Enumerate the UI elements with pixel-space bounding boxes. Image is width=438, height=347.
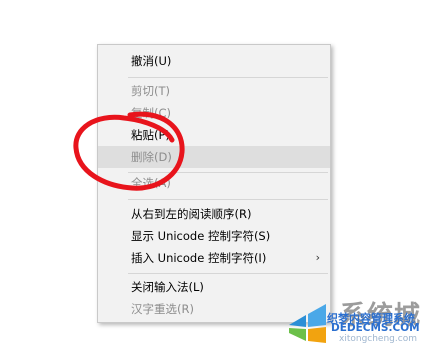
- menu-item-reconvert-label: 汉字重选(R): [131, 302, 194, 316]
- menu-item-undo-label: 撤消(U): [131, 54, 172, 68]
- watermark-cms-domain: DEDECMS.COM: [331, 322, 420, 334]
- red-circle-annotation: [73, 111, 185, 191]
- menu-item-rtl-reading-order-label: 从右到左的阅读顺序(R): [131, 207, 252, 221]
- menu-separator: [128, 273, 328, 274]
- submenu-arrow-icon: ›: [315, 251, 320, 264]
- menu-item-insert-unicode-control-label: 插入 Unicode 控制字符(I): [131, 251, 267, 265]
- menu-item-rtl-reading-order[interactable]: 从右到左的阅读顺序(R): [98, 203, 330, 225]
- site-watermark: 系统城 织梦内容管理系统 DEDECMS.COM xitongcheng.com: [283, 291, 438, 347]
- menu-item-cut[interactable]: 剪切(T): [98, 80, 330, 102]
- menu-item-show-unicode-control[interactable]: 显示 Unicode 控制字符(S): [98, 225, 330, 247]
- menu-item-show-unicode-control-label: 显示 Unicode 控制字符(S): [131, 229, 271, 243]
- menu-separator: [128, 199, 328, 200]
- watermark-site-url: xitongcheng.com: [339, 334, 417, 344]
- menu-item-cut-label: 剪切(T): [131, 84, 170, 98]
- screenshot-canvas: 撤消(U) 剪切(T) 复制(C) 粘贴(P) 删除(D) 全选(A) 从右到左…: [0, 0, 438, 347]
- menu-item-undo[interactable]: 撤消(U): [98, 50, 330, 72]
- menu-separator: [128, 77, 328, 78]
- windows-logo-icon: [289, 304, 326, 343]
- menu-item-close-ime-label: 关闭输入法(L): [131, 280, 204, 294]
- menu-item-insert-unicode-control[interactable]: 插入 Unicode 控制字符(I) ›: [98, 247, 330, 269]
